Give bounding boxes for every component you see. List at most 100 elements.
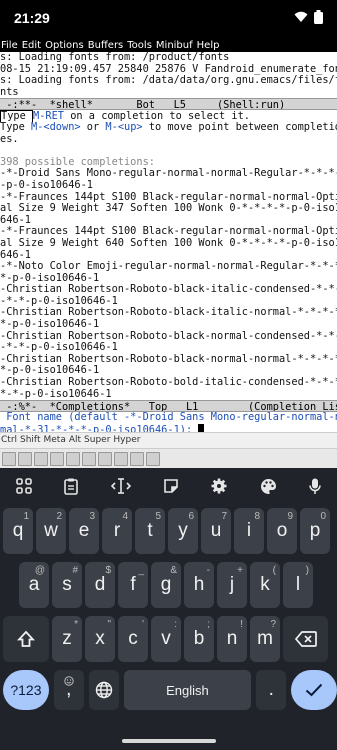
modifier-alt[interactable]: Alt: [69, 435, 81, 445]
completion-item[interactable]: -*-Noto Color Emoji-regular-normal-norma…: [0, 261, 337, 273]
completion-item[interactable]: -*-Fraunces 144pt S100 Black-regular-nor…: [0, 192, 337, 204]
menu-file[interactable]: File: [1, 40, 18, 51]
sticker-icon[interactable]: [163, 478, 179, 494]
completion-item[interactable]: -Christian Robertson-Roboto-black-italic…: [0, 284, 337, 296]
language-key[interactable]: [88, 670, 119, 710]
apps-grid-icon[interactable]: [16, 478, 32, 494]
menu-edit[interactable]: Edit: [22, 40, 41, 51]
menu-tools[interactable]: Tools: [127, 40, 152, 51]
modifier-meta[interactable]: Meta: [43, 435, 65, 445]
menu-options[interactable]: Options: [45, 40, 84, 51]
paste-icon[interactable]: [130, 451, 144, 466]
status-time: 21:29: [14, 10, 50, 26]
comma-key[interactable]: ,: [53, 670, 84, 710]
completion-item[interactable]: -Christian Robertson-Roboto-black-italic…: [0, 307, 337, 319]
enter-key[interactable]: [291, 670, 337, 710]
key-c[interactable]: c ': [118, 616, 148, 662]
shell-line: s: Loading fonts from: /data/data/org.gn…: [0, 75, 337, 87]
completion-item[interactable]: *-p-0-iso10646-1: [0, 365, 337, 377]
modifier-super[interactable]: Super: [84, 435, 110, 445]
search-icon[interactable]: [146, 451, 160, 466]
menu-help[interactable]: Help: [197, 40, 220, 51]
key-w[interactable]: w2: [36, 508, 66, 554]
backspace-key[interactable]: [283, 616, 328, 662]
key-o[interactable]: o9: [267, 508, 297, 554]
text-cursor-icon[interactable]: [110, 478, 131, 494]
undo-icon[interactable]: [82, 451, 96, 466]
help-key: M-<down>: [31, 121, 81, 133]
key-l[interactable]: l): [283, 562, 313, 608]
key-h[interactable]: h-: [184, 562, 214, 608]
completion-help-line: es.: [0, 133, 19, 145]
key-r[interactable]: r4: [102, 508, 132, 554]
key-d[interactable]: d $: [85, 562, 115, 608]
key-v[interactable]: v:: [151, 616, 181, 662]
key-y[interactable]: y6: [168, 508, 198, 554]
completion-item[interactable]: 646-1: [0, 215, 337, 227]
key-b[interactable]: b;: [184, 616, 214, 662]
modifier-shift[interactable]: Shift: [20, 435, 40, 445]
shift-key[interactable]: [3, 616, 49, 662]
key-e[interactable]: e3: [69, 508, 99, 554]
shell-mode-line[interactable]: -:**- *shell* Bot L5 (Shell:run): [0, 98, 337, 111]
completion-item[interactable]: -*-*-p-0-iso10646-1: [0, 342, 337, 354]
key-g[interactable]: g &: [151, 562, 181, 608]
completion-item[interactable]: *-*-p-0-iso10646-1: [0, 389, 337, 401]
completion-item[interactable]: -*-*-p-0-iso10646-1: [0, 296, 337, 308]
key-q[interactable]: q1: [3, 508, 33, 554]
key-j[interactable]: j +: [217, 562, 247, 608]
copy-icon[interactable]: [114, 451, 128, 466]
new-file-icon[interactable]: [2, 451, 16, 466]
open-dir-icon[interactable]: [34, 451, 48, 466]
modifier-hyper[interactable]: Hyper: [113, 435, 140, 445]
menu-minibuf[interactable]: Minibuf: [156, 40, 193, 51]
key-row-4: ?123 , English .: [0, 670, 337, 710]
key-n[interactable]: n!: [217, 616, 247, 662]
help-key: M-<up>: [105, 121, 143, 133]
help-text: to move point between completion: [142, 121, 337, 133]
completion-item[interactable]: *-p-0-iso10646-1: [0, 319, 337, 331]
key-z[interactable]: z *: [52, 616, 82, 662]
home-handle[interactable]: [122, 739, 216, 743]
symbols-key[interactable]: ?123: [3, 670, 49, 710]
completion-item[interactable]: 646-1: [0, 250, 337, 262]
completions-buffer[interactable]: Type M-RET on a completion to select it.…: [0, 110, 337, 400]
completion-item[interactable]: -*-Droid Sans Mono-regular-normal-normal…: [0, 168, 337, 180]
shell-buffer[interactable]: s: Loading fonts from: /product/fonts 08…: [0, 52, 337, 98]
period-key[interactable]: .: [256, 670, 287, 710]
close-icon[interactable]: [66, 451, 80, 466]
modifier-ctrl[interactable]: Ctrl: [1, 435, 17, 445]
key-s[interactable]: s #: [52, 562, 82, 608]
open-folder-icon[interactable]: [18, 451, 32, 466]
save-icon[interactable]: [50, 451, 64, 466]
emacs-tool-bar: [0, 448, 337, 468]
clipboard-icon[interactable]: [64, 478, 79, 495]
key-a[interactable]: a @: [19, 562, 49, 608]
key-k[interactable]: k(: [250, 562, 280, 608]
cut-icon[interactable]: [98, 451, 112, 466]
completion-item[interactable]: -*-Fraunces 144pt S100 Black-regular-nor…: [0, 226, 337, 238]
key-m[interactable]: m?: [250, 616, 280, 662]
completion-item[interactable]: -Christian Robertson-Roboto-bold-italic-…: [0, 377, 337, 389]
completion-item[interactable]: al Size 9 Weight 347 Soften 100 Wonk 0-*…: [0, 203, 337, 215]
settings-gear-icon[interactable]: [211, 478, 227, 494]
shell-line: 08-15 21:19:09.457 25840 25876 V Fandroi…: [0, 63, 337, 75]
key-x[interactable]: x ": [85, 616, 115, 662]
key-i[interactable]: i8: [234, 508, 264, 554]
completion-item[interactable]: -Christian Robertson-Roboto-black-normal…: [0, 354, 337, 366]
completions-mode-line[interactable]: -:%*- *Completions* Top L1 (Completion L…: [0, 400, 337, 413]
key-u[interactable]: u7: [201, 508, 231, 554]
key-t[interactable]: t5: [135, 508, 165, 554]
key-p[interactable]: p0: [300, 508, 330, 554]
palette-icon[interactable]: [260, 478, 277, 495]
space-bar[interactable]: English: [123, 670, 252, 710]
microphone-icon[interactable]: [309, 478, 321, 495]
completion-item[interactable]: al Size 9 Weight 640 Soften 100 Wonk 0-*…: [0, 238, 337, 250]
emacs-frame[interactable]: File Edit Options Buffers Tools Minibuf Help s…: [0, 40, 337, 448]
key-row-1: q1 w2 e3 r4 t5 y6 u7 i8 o9 p0: [0, 508, 337, 554]
completion-item[interactable]: -Christian Robertson-Roboto-black-normal…: [0, 331, 337, 343]
key-f[interactable]: f _: [118, 562, 148, 608]
menu-buffers[interactable]: Buffers: [88, 40, 124, 51]
completion-item[interactable]: -p-0-iso10646-1: [0, 180, 337, 192]
completion-item[interactable]: *-p-0-iso10646-1: [0, 273, 337, 285]
